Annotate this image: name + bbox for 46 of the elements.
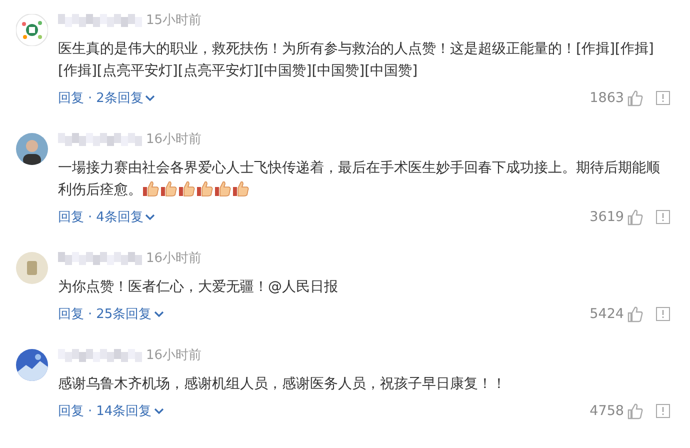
- timestamp: 16小时前: [146, 131, 202, 148]
- thumbs-up-icon[interactable]: [627, 402, 644, 420]
- chevron-down-icon[interactable]: [145, 94, 156, 102]
- thumbs-up-emoji: [214, 180, 231, 197]
- person-avatar[interactable]: [16, 133, 48, 165]
- logo-avatar[interactable]: [16, 14, 48, 46]
- thumbs-up-emoji: [142, 180, 159, 197]
- thumbs-up-icon[interactable]: [627, 306, 644, 322]
- thumbs-up-icon[interactable]: [627, 208, 644, 226]
- reply-link[interactable]: 回复: [58, 89, 84, 107]
- like-count: 4758: [590, 403, 624, 419]
- like-count: 5424: [590, 306, 624, 322]
- reply-link[interactable]: 回复: [58, 402, 84, 420]
- timestamp: 15小时前: [146, 12, 202, 29]
- thumbs-up-emoji: [178, 180, 195, 197]
- replies-link[interactable]: 25条回复: [96, 305, 152, 323]
- comment-text: 感谢乌鲁木齐机场，感谢机组人员，感谢医务人员，祝孩子早日康复！！: [58, 375, 507, 394]
- report-icon[interactable]: [656, 91, 670, 105]
- report-icon[interactable]: [656, 210, 670, 224]
- landscape-avatar[interactable]: [16, 349, 48, 381]
- separator: ·: [88, 404, 92, 418]
- thumbs-up-icon[interactable]: [627, 90, 644, 106]
- chevron-down-icon[interactable]: [145, 213, 156, 221]
- like-count: 1863: [590, 90, 624, 106]
- comment-text: 医生真的是伟大的职业，救死扶伤！为所有参与救治的人点赞！这是超级正能量的！[作揖][作揖][作揖][点亮平安灯][点亮平安灯][中国赞][中国赞][中国赞]: [58, 40, 655, 81]
- replies-link[interactable]: 4条回复: [96, 208, 144, 226]
- separator: ·: [88, 90, 92, 106]
- chevron-down-icon[interactable]: [154, 310, 164, 318]
- like-count: 3619: [590, 209, 624, 225]
- replies-link[interactable]: 14条回复: [96, 402, 152, 420]
- comment-text: 为你点赞！医者仁心，大爱无疆！@人民日报: [58, 278, 339, 297]
- separator: ·: [88, 210, 92, 224]
- chevron-down-icon[interactable]: [154, 407, 164, 415]
- replies-link[interactable]: 2条回复: [96, 89, 144, 107]
- timestamp: 16小时前: [146, 250, 202, 267]
- comment-text: 一場接力赛由社会各界爱心人士飞快传递着，最后在手术医生妙手回春下成功接上。期待后期能顺利伤后痊愈。: [58, 159, 661, 200]
- badge-avatar[interactable]: [16, 252, 48, 284]
- report-icon[interactable]: [656, 404, 670, 418]
- reply-link[interactable]: 回复: [58, 305, 84, 323]
- separator: ·: [88, 306, 92, 322]
- reply-link[interactable]: 回复: [58, 208, 84, 226]
- thumbs-up-emoji: [232, 180, 249, 197]
- thumbs-up-emoji: [196, 180, 213, 197]
- timestamp: 16小时前: [146, 347, 202, 364]
- report-icon[interactable]: [656, 307, 670, 321]
- thumbs-up-emoji: [160, 180, 177, 197]
